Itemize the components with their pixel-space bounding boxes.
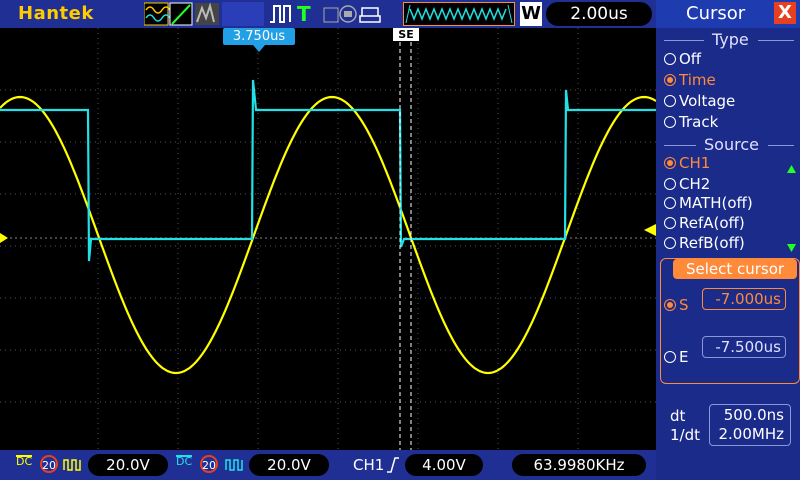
cursor-e-select[interactable]: E — [664, 348, 688, 366]
type-option-time[interactable]: Time — [664, 71, 716, 89]
divider — [664, 40, 704, 41]
system-status-icons — [323, 5, 381, 23]
inv-dt-value: 2.00MHz — [718, 425, 785, 443]
waveform-display — [0, 28, 656, 450]
cursor-s-value[interactable]: -7.000us — [702, 288, 786, 310]
ch1-coupling-icon: DC — [16, 455, 33, 468]
empty-slot — [222, 2, 264, 26]
trigger-source: CH1 — [353, 456, 385, 474]
divider — [758, 40, 794, 41]
ch2-invert-icon — [225, 459, 243, 471]
type-header: Type — [712, 30, 749, 49]
cursor-s-select[interactable]: S — [664, 296, 689, 314]
cursor-e-value[interactable]: -7.500us — [702, 336, 786, 358]
source-option-refb[interactable]: RefB(off) — [664, 234, 745, 252]
frequency-counter: 63.9980KHz — [512, 454, 646, 476]
trigger-level[interactable]: 4.00V — [405, 454, 483, 476]
inv-dt-label: 1/dt — [670, 426, 700, 444]
scroll-up-icon[interactable] — [787, 165, 796, 173]
close-button[interactable]: X — [774, 2, 796, 24]
select-cursor-header: Select cursor — [673, 259, 797, 279]
ch2-scale[interactable]: 20.0V — [249, 454, 329, 476]
timebase-display[interactable]: 2.00us — [546, 2, 652, 26]
source-option-ch2[interactable]: CH2 — [664, 175, 710, 193]
ch2-bandwidth-limit-icon: 20 — [200, 455, 218, 473]
memory-depth-indicator[interactable] — [403, 2, 515, 26]
source-option-math[interactable]: MATH(off) — [664, 194, 753, 212]
ch2-coupling-icon: DC — [176, 455, 193, 468]
acquire-icons — [144, 2, 219, 26]
source-option-refa[interactable]: RefA(off) — [664, 214, 745, 232]
horizontal-offset-label: 3.750us — [223, 28, 295, 45]
dt-label: dt — [670, 407, 686, 425]
ch1-invert-icon — [63, 459, 81, 471]
ch1-ground-marker-icon — [0, 233, 8, 243]
source-header: Source — [704, 135, 759, 154]
trigger-position-icon — [253, 45, 265, 52]
brand-logo: Hantek — [18, 3, 94, 24]
cursor-pair-label: SE — [393, 28, 419, 41]
source-option-ch1[interactable]: CH1 — [664, 154, 710, 172]
run-state-badge[interactable]: W — [520, 2, 542, 26]
panel-title: Cursor — [686, 3, 746, 24]
type-option-voltage[interactable]: Voltage — [664, 92, 735, 110]
dt-value: 500.0ns — [723, 406, 784, 424]
trigger-edge-icon[interactable] — [268, 2, 294, 26]
divider — [664, 145, 696, 146]
panel-header: Cursor X — [656, 0, 800, 28]
ch1-bandwidth-limit-icon: 20 — [40, 455, 58, 473]
divider — [768, 145, 794, 146]
type-option-track[interactable]: Track — [664, 113, 718, 131]
ch1-scale[interactable]: 20.0V — [88, 454, 168, 476]
bottom-status-bar: DC 20 20.0V DC 20 20.0V CH1 4.00V 63.998… — [0, 450, 656, 480]
trigger-status: T — [297, 2, 311, 26]
scroll-down-icon[interactable] — [787, 244, 796, 252]
rising-edge-icon — [387, 457, 399, 473]
top-status-bar: Hantek T W 2.00us — [0, 0, 656, 28]
trigger-level-marker-icon — [644, 224, 656, 236]
type-option-off[interactable]: Off — [664, 50, 701, 68]
